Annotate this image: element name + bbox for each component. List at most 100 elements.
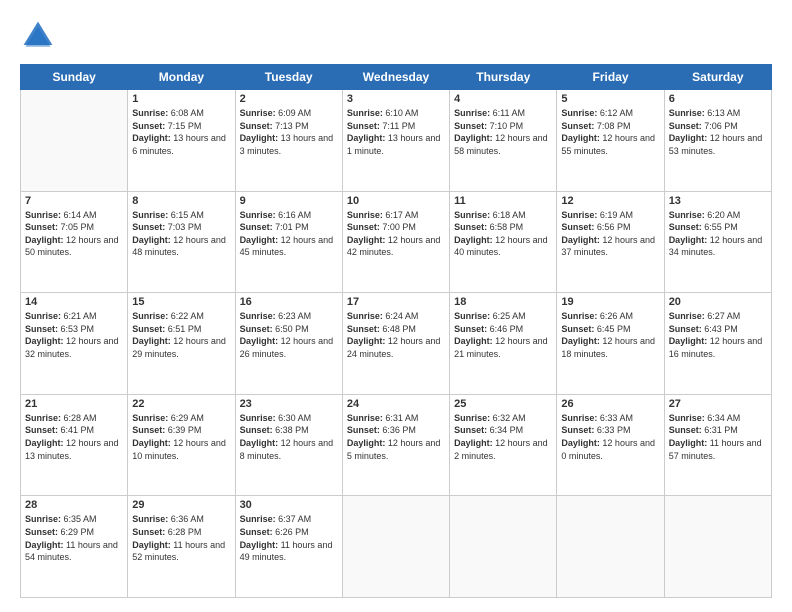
calendar-day-cell: 15Sunrise: 6:22 AMSunset: 6:51 PMDayligh… <box>128 293 235 395</box>
daylight-label: Daylight: 13 hours and 1 minute. <box>347 133 441 156</box>
sunset-label: Sunset: 6:39 PM <box>132 425 201 435</box>
calendar-week-row: 7Sunrise: 6:14 AMSunset: 7:05 PMDaylight… <box>21 191 772 293</box>
calendar-header-row: SundayMondayTuesdayWednesdayThursdayFrid… <box>21 65 772 90</box>
day-number: 2 <box>240 93 338 105</box>
day-number: 8 <box>132 195 230 207</box>
daylight-label: Daylight: 12 hours and 21 minutes. <box>454 336 548 359</box>
calendar-day-cell: 16Sunrise: 6:23 AMSunset: 6:50 PMDayligh… <box>235 293 342 395</box>
sunrise-label: Sunrise: 6:18 AM <box>454 210 526 220</box>
sunset-label: Sunset: 6:53 PM <box>25 324 94 334</box>
calendar-week-row: 28Sunrise: 6:35 AMSunset: 6:29 PMDayligh… <box>21 496 772 598</box>
calendar-day-cell: 29Sunrise: 6:36 AMSunset: 6:28 PMDayligh… <box>128 496 235 598</box>
calendar-day-cell <box>450 496 557 598</box>
day-number: 23 <box>240 398 338 410</box>
day-number: 7 <box>25 195 123 207</box>
calendar-day-header: Monday <box>128 65 235 90</box>
day-info: Sunrise: 6:15 AMSunset: 7:03 PMDaylight:… <box>132 209 230 259</box>
day-number: 27 <box>669 398 767 410</box>
calendar-day-cell: 9Sunrise: 6:16 AMSunset: 7:01 PMDaylight… <box>235 191 342 293</box>
daylight-label: Daylight: 11 hours and 54 minutes. <box>25 540 118 563</box>
day-info: Sunrise: 6:20 AMSunset: 6:55 PMDaylight:… <box>669 209 767 259</box>
sunrise-label: Sunrise: 6:33 AM <box>561 413 633 423</box>
calendar-week-row: 14Sunrise: 6:21 AMSunset: 6:53 PMDayligh… <box>21 293 772 395</box>
calendar-day-cell <box>664 496 771 598</box>
day-info: Sunrise: 6:11 AMSunset: 7:10 PMDaylight:… <box>454 107 552 157</box>
daylight-label: Daylight: 13 hours and 6 minutes. <box>132 133 226 156</box>
header <box>20 18 772 54</box>
sunset-label: Sunset: 6:43 PM <box>669 324 738 334</box>
sunrise-label: Sunrise: 6:24 AM <box>347 311 419 321</box>
day-info: Sunrise: 6:22 AMSunset: 6:51 PMDaylight:… <box>132 310 230 360</box>
calendar-day-cell <box>557 496 664 598</box>
day-number: 19 <box>561 296 659 308</box>
sunset-label: Sunset: 6:41 PM <box>25 425 94 435</box>
day-number: 10 <box>347 195 445 207</box>
calendar-day-cell: 13Sunrise: 6:20 AMSunset: 6:55 PMDayligh… <box>664 191 771 293</box>
day-number: 26 <box>561 398 659 410</box>
day-number: 29 <box>132 499 230 511</box>
calendar-day-header: Thursday <box>450 65 557 90</box>
day-number: 6 <box>669 93 767 105</box>
calendar-day-cell: 27 Sunrise: 6:34 AMSunset: 6:31 PMDayligh… <box>664 394 771 496</box>
daylight-label: Daylight: 11 hours and 52 minutes. <box>132 540 225 563</box>
calendar-day-cell: 14Sunrise: 6:21 AMSunset: 6:53 PMDayligh… <box>21 293 128 395</box>
sunrise-label: Sunrise: 6:19 AM <box>561 210 633 220</box>
calendar-day-cell: 12Sunrise: 6:19 AMSunset: 6:56 PMDayligh… <box>557 191 664 293</box>
sunrise-label: Sunrise: 6:10 AM <box>347 108 419 118</box>
sunrise-label: Sunrise: 6:31 AM <box>347 413 419 423</box>
sunrise-label: Sunrise: 6:32 AM <box>454 413 526 423</box>
calendar-week-row: 21Sunrise: 6:28 AMSunset: 6:41 PMDayligh… <box>21 394 772 496</box>
daylight-label: Daylight: 12 hours and 34 minutes. <box>669 235 763 258</box>
sunset-label: Sunset: 7:01 PM <box>240 222 309 232</box>
day-info: Sunrise: 6:19 AMSunset: 6:56 PMDaylight:… <box>561 209 659 259</box>
calendar-day-cell: 22Sunrise: 6:29 AMSunset: 6:39 PMDayligh… <box>128 394 235 496</box>
daylight-label: Daylight: 12 hours and 18 minutes. <box>561 336 655 359</box>
day-info: Sunrise: 6:25 AMSunset: 6:46 PMDaylight:… <box>454 310 552 360</box>
day-info: Sunrise: 6:21 AMSunset: 6:53 PMDaylight:… <box>25 310 123 360</box>
daylight-label: Daylight: 12 hours and 24 minutes. <box>347 336 441 359</box>
daylight-label: Daylight: 12 hours and 0 minutes. <box>561 438 655 461</box>
calendar-day-header: Wednesday <box>342 65 449 90</box>
day-info: Sunrise: 6:18 AMSunset: 6:58 PMDaylight:… <box>454 209 552 259</box>
sunset-label: Sunset: 6:45 PM <box>561 324 630 334</box>
sunset-label: Sunset: 6:46 PM <box>454 324 523 334</box>
day-info: Sunrise: 6:34 AMSunset: 6:31 PMDaylight:… <box>669 412 767 462</box>
sunset-label: Sunset: 7:15 PM <box>132 121 201 131</box>
daylight-label: Daylight: 12 hours and 45 minutes. <box>240 235 334 258</box>
day-number: 24 <box>347 398 445 410</box>
sunrise-label: Sunrise: 6:37 AM <box>240 514 312 524</box>
sunset-label: Sunset: 6:48 PM <box>347 324 416 334</box>
day-info: Sunrise: 6:31 AMSunset: 6:36 PMDaylight:… <box>347 412 445 462</box>
day-info: Sunrise: 6:27 AMSunset: 6:43 PMDaylight:… <box>669 310 767 360</box>
daylight-label: Daylight: 11 hours and 49 minutes. <box>240 540 333 563</box>
sunset-label: Sunset: 7:06 PM <box>669 121 738 131</box>
daylight-label: Daylight: 12 hours and 58 minutes. <box>454 133 548 156</box>
day-number: 16 <box>240 296 338 308</box>
calendar-day-cell: 17 Sunrise: 6:24 AM Sunset: 6:48 PM Dayligh… <box>342 293 449 395</box>
sunrise-label: Sunrise: 6:22 AM <box>132 311 204 321</box>
sunset-label: Sunset: 6:50 PM <box>240 324 309 334</box>
sunset-label: Sunset: 7:05 PM <box>25 222 94 232</box>
day-info: Sunrise: 6:08 AMSunset: 7:15 PMDaylight:… <box>132 107 230 157</box>
daylight-label: Daylight: 12 hours and 8 minutes. <box>240 438 334 461</box>
day-info: Sunrise: 6:37 AM Sunset: 6:26 PM Daylight:… <box>240 513 338 563</box>
day-number: 18 <box>454 296 552 308</box>
logo <box>20 18 60 54</box>
sunset-label: Sunset: 7:00 PM <box>347 222 416 232</box>
calendar-day-header: Tuesday <box>235 65 342 90</box>
calendar-day-cell: 6 Sunrise: 6:13 AMSunset: 7:06 PMDaylight… <box>664 90 771 192</box>
daylight-label: Daylight: 12 hours and 37 minutes. <box>561 235 655 258</box>
sunset-label: Sunset: 7:08 PM <box>561 121 630 131</box>
day-number: 1 <box>132 93 230 105</box>
day-number: 22 <box>132 398 230 410</box>
sunrise-label: Sunrise: 6:21 AM <box>25 311 97 321</box>
daylight-label: Daylight: 12 hours and 48 minutes. <box>132 235 226 258</box>
sunrise-label: Sunrise: 6:36 AM <box>132 514 204 524</box>
day-info: Sunrise: 6:13 AMSunset: 7:06 PMDaylight:… <box>669 107 767 157</box>
sunset-label: Sunset: 6:31 PM <box>669 425 738 435</box>
day-number: 17 <box>347 296 445 308</box>
daylight-label: Daylight: 12 hours and 10 minutes. <box>132 438 226 461</box>
day-number: 5 <box>561 93 659 105</box>
daylight-label: Daylight: 12 hours and 29 minutes. <box>132 336 226 359</box>
sunset-label: Sunset: 6:26 PM <box>240 527 309 537</box>
